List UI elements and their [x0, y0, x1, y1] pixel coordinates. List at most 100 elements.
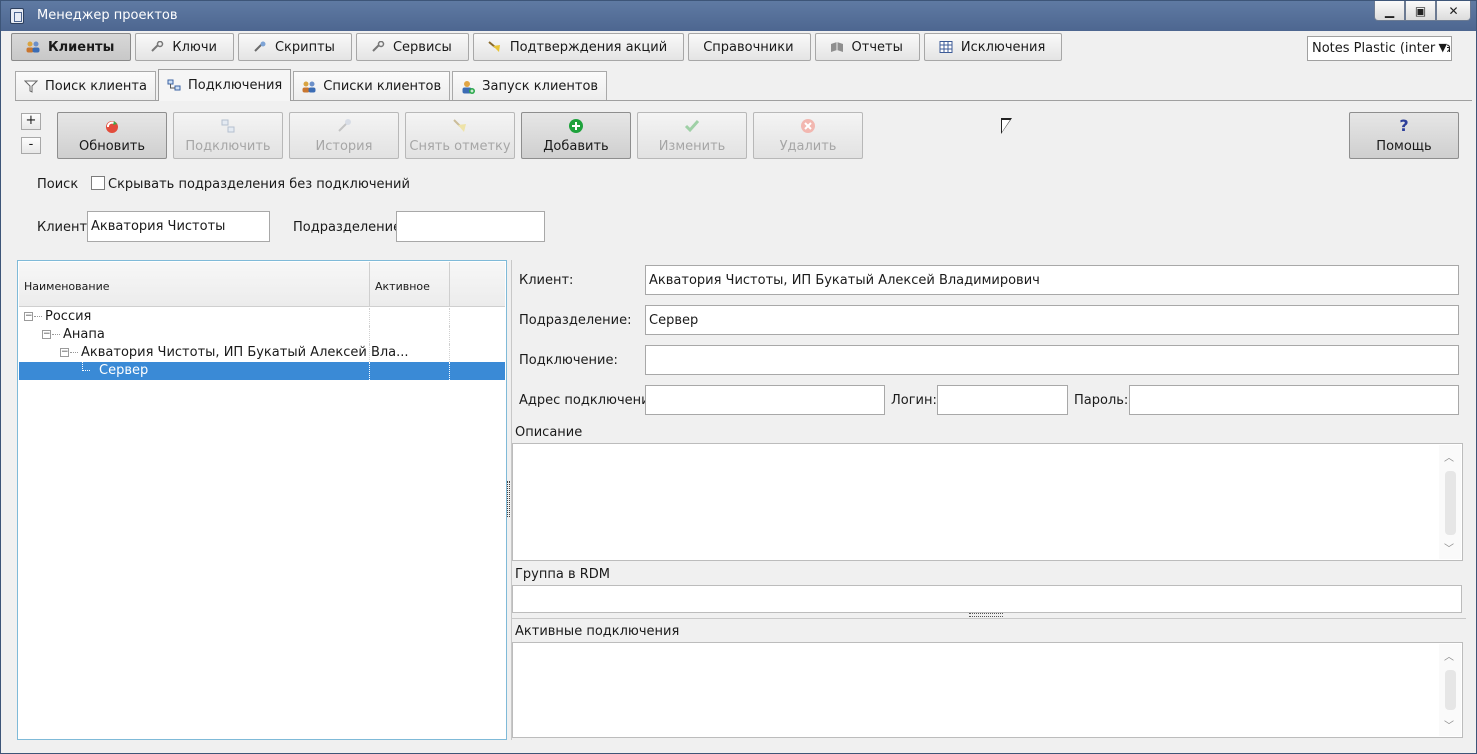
description-textarea[interactable]: ︿ ﹀ — [512, 443, 1463, 561]
tab-label: Запуск клиентов — [482, 79, 599, 94]
delete-icon — [801, 119, 815, 133]
refresh-label: Обновить — [78, 139, 146, 154]
broom-icon — [488, 41, 500, 52]
tree-row[interactable]: − Акватория Чистоты, ИП Букатый Алексей … — [19, 344, 505, 362]
refresh-button[interactable]: Обновить — [57, 112, 167, 159]
delete-label: Удалить — [779, 139, 837, 154]
column-name-header[interactable]: Наименование — [24, 280, 109, 293]
help-label: Помощь — [1376, 139, 1432, 154]
description-label: Описание — [515, 425, 583, 440]
scroll-up-icon[interactable]: ︿ — [1444, 648, 1454, 663]
organization-select[interactable]: Notes Plastic (interna ▼ — [1307, 36, 1452, 61]
tab-label: Ключи — [172, 39, 217, 55]
users-icon — [26, 41, 40, 53]
maximize-button[interactable]: ▣ — [1405, 1, 1436, 21]
add-label: Добавить — [543, 139, 609, 154]
book-icon — [830, 42, 843, 52]
broom-icon — [453, 119, 466, 132]
tab-services[interactable]: Сервисы — [355, 33, 469, 61]
tab-client-search[interactable]: Поиск клиента — [15, 71, 156, 101]
network-icon — [221, 119, 235, 133]
collapse-icon[interactable]: − — [42, 330, 51, 339]
tab-label: Поиск клиента — [45, 79, 147, 94]
tree-row[interactable]: − Россия — [19, 308, 505, 326]
window-controls: ▁ ▣ ✕ — [1374, 1, 1471, 21]
delete-button[interactable]: Удалить — [753, 112, 863, 159]
active-connections-scrollbar[interactable]: ︿ ﹀ — [1439, 644, 1461, 736]
tab-label: Справочники — [703, 39, 794, 55]
collapse-icon[interactable]: − — [24, 312, 33, 321]
add-icon — [569, 119, 583, 133]
tab-connections[interactable]: Подключения — [157, 69, 292, 101]
minimize-button[interactable]: ▁ — [1374, 1, 1405, 21]
expand-all-button[interactable]: + — [21, 113, 41, 130]
tools-icon — [254, 41, 266, 52]
network-icon — [167, 79, 181, 91]
detail-client-label: Клиент: — [519, 273, 574, 288]
active-connections-label: Активные подключения — [515, 624, 680, 639]
detail-division-label: Подразделение: — [519, 313, 632, 328]
window-title: Менеджер проектов — [37, 8, 178, 23]
wrench-icon — [372, 41, 385, 52]
detail-password-label: Пароль: — [1074, 393, 1129, 408]
tab-client-launch[interactable]: Запуск клиентов — [452, 71, 608, 101]
connect-button[interactable]: Подключить — [173, 112, 283, 159]
vertical-splitter[interactable] — [507, 481, 510, 517]
unmark-label: Снять отметку — [409, 139, 511, 154]
tab-keys[interactable]: Ключи — [135, 33, 234, 61]
close-button[interactable]: ✕ — [1436, 1, 1471, 21]
description-scrollbar[interactable]: ︿ ﹀ — [1439, 445, 1461, 559]
column-active-header[interactable]: Активное — [375, 280, 430, 293]
tab-directories[interactable]: Справочники — [688, 33, 811, 61]
division-filter-input[interactable] — [396, 211, 545, 242]
detail-connection-label: Подключение: — [519, 353, 618, 368]
history-button[interactable]: История — [289, 112, 399, 159]
tab-promo-confirmations[interactable]: Подтверждения акций — [472, 33, 685, 61]
tab-label: Отчеты — [851, 39, 903, 55]
tree-row-selected[interactable]: Сервер — [19, 362, 505, 380]
help-icon: ? — [1399, 116, 1409, 135]
tab-reports[interactable]: Отчеты — [814, 33, 920, 61]
scroll-up-icon[interactable]: ︿ — [1444, 449, 1454, 464]
edit-label: Изменить — [658, 139, 726, 154]
client-tree[interactable]: Наименование Активное − Россия − Анапа −… — [17, 260, 507, 740]
tab-clients[interactable]: Клиенты — [11, 33, 132, 61]
tab-exceptions[interactable]: Исключения — [923, 33, 1063, 61]
horizontal-splitter[interactable] — [969, 613, 1003, 617]
tree-row-label: Сервер — [99, 363, 149, 378]
title-bar[interactable]: Менеджер проектов ▁ ▣ ✕ — [1, 1, 1476, 31]
tab-client-lists[interactable]: Списки клиентов — [293, 71, 451, 101]
history-label: История — [315, 139, 373, 154]
scroll-down-icon[interactable]: ﹀ — [1444, 717, 1454, 732]
rdm-group-field[interactable] — [512, 585, 1462, 613]
detail-connection-field[interactable] — [645, 345, 1459, 375]
client-filter-label: Клиент: — [37, 220, 92, 235]
scroll-down-icon[interactable]: ﹀ — [1444, 540, 1454, 555]
detail-address-field[interactable] — [645, 385, 885, 415]
grid-icon — [939, 41, 953, 53]
hide-divisions-checkbox[interactable] — [91, 176, 105, 190]
detail-client-field[interactable]: Акватория Чистоты, ИП Букатый Алексей Вл… — [645, 265, 1459, 295]
detail-division-field[interactable]: Сервер — [645, 305, 1459, 335]
active-connections-textarea[interactable]: ︿ ﹀ — [512, 642, 1463, 738]
collapse-all-button[interactable]: - — [21, 137, 41, 154]
tab-scripts[interactable]: Скрипты — [237, 33, 352, 61]
help-button[interactable]: ? Помощь — [1349, 112, 1459, 159]
edit-button[interactable]: Изменить — [637, 112, 747, 159]
scroll-thumb[interactable] — [1445, 471, 1456, 535]
app-window: Менеджер проектов ▁ ▣ ✕ Клиенты Ключи Ск… — [0, 0, 1477, 754]
client-filter-input[interactable]: Акватория Чистоты — [87, 211, 270, 242]
search-label: Поиск — [37, 177, 79, 192]
unmark-button[interactable]: Снять отметку — [405, 112, 515, 159]
detail-login-field[interactable] — [937, 385, 1068, 415]
tree-header: Наименование Активное — [19, 262, 505, 307]
tree-row[interactable]: − Анапа — [19, 326, 505, 344]
tree-row-label: Акватория Чистоты, ИП Букатый Алексей Вл… — [81, 345, 409, 360]
tab-label: Подтверждения акций — [509, 39, 668, 55]
scroll-thumb[interactable] — [1445, 670, 1456, 710]
detail-password-field[interactable] — [1129, 385, 1459, 415]
collapse-icon[interactable]: − — [60, 348, 69, 357]
hide-divisions-label: Скрывать подразделения без подключений — [108, 177, 410, 192]
add-button[interactable]: Добавить — [521, 112, 631, 159]
detail-login-label: Логин: — [891, 393, 937, 408]
